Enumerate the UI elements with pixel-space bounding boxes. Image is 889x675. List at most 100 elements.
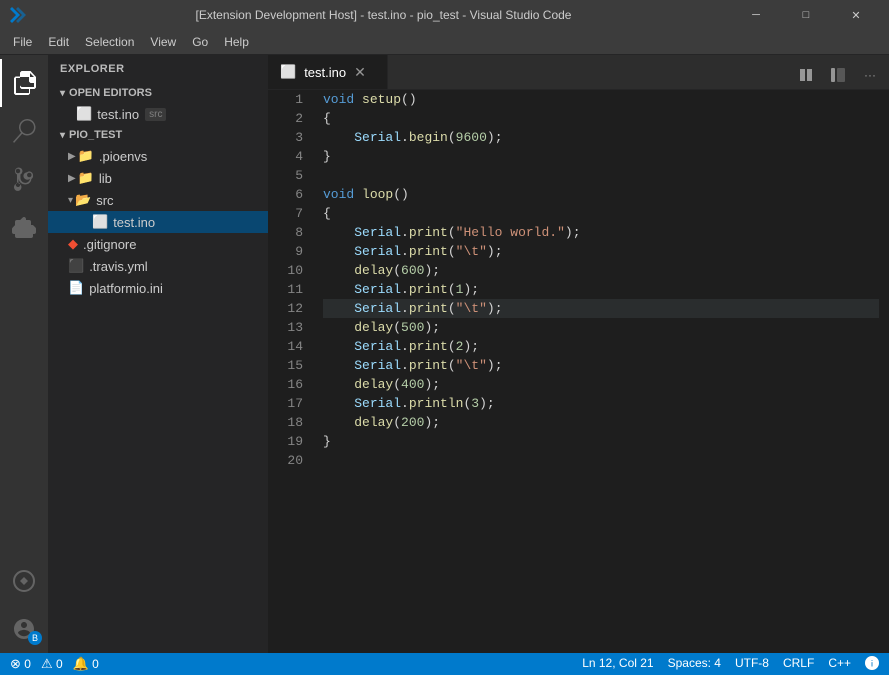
activity-source-control[interactable] (0, 155, 48, 203)
code-token: ( (463, 394, 471, 413)
code-token (323, 242, 354, 261)
ino-file-icon: ⬜ (92, 214, 108, 230)
activity-explorer[interactable] (0, 59, 48, 107)
code-token: () (401, 90, 417, 109)
open-editor-test-ino[interactable]: ⬜ test.ino src (48, 103, 268, 125)
code-editor[interactable]: 1234567891011121314151617181920 void set… (268, 90, 889, 653)
status-language[interactable]: C++ (828, 656, 851, 673)
status-encoding[interactable]: UTF-8 (735, 656, 769, 673)
code-line: Serial.begin(9600); (323, 128, 879, 147)
code-token: Serial (354, 394, 401, 413)
statusbar-left: ⊗ 0 ⚠ 0 🔔 0 (10, 656, 99, 672)
code-line: Serial.print(1); (323, 280, 879, 299)
activity-search[interactable] (0, 107, 48, 155)
pio-test-header[interactable]: ▾ PIO_TEST (48, 125, 268, 145)
code-line: void setup() (323, 90, 879, 109)
activity-platformio[interactable] (0, 557, 48, 605)
lib-arrow: ▶ (68, 173, 76, 184)
menu-help[interactable]: Help (216, 32, 257, 52)
status-errors[interactable]: ⊗ 0 (10, 656, 31, 672)
split-editor-button[interactable] (792, 61, 820, 89)
code-line: Serial.print("\t"); (323, 242, 879, 261)
code-token: . (401, 223, 409, 242)
code-line: delay(200); (323, 413, 879, 432)
code-line: delay(400); (323, 375, 879, 394)
code-token: Serial (354, 128, 401, 147)
code-token: setup (362, 90, 401, 109)
line-number: 10 (268, 261, 303, 280)
maximize-button[interactable]: □ (783, 0, 829, 30)
code-line: { (323, 204, 879, 223)
code-token: 500 (401, 318, 424, 337)
code-token: print (409, 223, 448, 242)
minimize-button[interactable]: ─ (733, 0, 779, 30)
code-token: delay (354, 261, 393, 280)
file-platformio-ini[interactable]: 📄 platformio.ini (48, 277, 268, 299)
file-travis-yml[interactable]: ⬛ .travis.yml (48, 255, 268, 277)
status-position[interactable]: Ln 12, Col 21 (582, 656, 653, 673)
info-icon: 🔔 (73, 656, 89, 671)
open-editors-header[interactable]: ▾ Open Editors (48, 83, 268, 103)
yml-icon: ⬛ (68, 258, 84, 274)
line-number: 15 (268, 356, 303, 375)
tab-test-ino[interactable]: ⬜ test.ino ✕ (268, 55, 388, 89)
code-token (323, 261, 354, 280)
activity-extensions[interactable] (0, 203, 48, 251)
code-token: ); (565, 223, 581, 242)
file-test-ino[interactable]: ⬜ test.ino (48, 211, 268, 233)
code-line: delay(600); (323, 261, 879, 280)
code-token: Serial (354, 356, 401, 375)
code-line: delay(500); (323, 318, 879, 337)
toggle-sidebar-button[interactable] (824, 61, 852, 89)
src-arrow: ▾ (68, 195, 73, 206)
pio-test-label: PIO_TEST (69, 129, 122, 141)
code-token: ( (448, 299, 456, 318)
app-icon (10, 7, 26, 23)
more-actions-button[interactable]: ··· (856, 61, 884, 89)
menu-edit[interactable]: Edit (40, 32, 77, 52)
open-editors-label: Open Editors (69, 87, 152, 99)
code-token: . (401, 242, 409, 261)
close-button[interactable]: ✕ (833, 0, 879, 30)
code-token: 200 (401, 413, 424, 432)
code-token: ); (487, 128, 503, 147)
code-line: Serial.print("\t"); (323, 356, 879, 375)
folder-lib[interactable]: ▶ 📁 lib (48, 167, 268, 189)
status-info[interactable]: 🔔 0 (73, 656, 99, 672)
code-token: ); (463, 280, 479, 299)
code-token (323, 337, 354, 356)
folder-pioenvs[interactable]: ▶ 📁 .pioenvs (48, 145, 268, 167)
code-token: 1 (456, 280, 464, 299)
line-number: 1 (268, 90, 303, 109)
code-token: ( (448, 223, 456, 242)
code-area[interactable]: void setup() { Serial.begin(9600);} void … (313, 90, 889, 653)
code-token: . (401, 337, 409, 356)
file-gitignore[interactable]: ◆ .gitignore (48, 233, 268, 255)
pioenvs-arrow: ▶ (68, 151, 76, 162)
menu-go[interactable]: Go (184, 32, 216, 52)
tab-close-icon[interactable]: ✕ (354, 64, 366, 81)
line-number: 17 (268, 394, 303, 413)
code-token: } (323, 432, 331, 451)
code-line: Serial.println(3); (323, 394, 879, 413)
status-line-endings[interactable]: CRLF (783, 656, 814, 673)
line-number: 9 (268, 242, 303, 261)
activity-account[interactable]: B (0, 605, 48, 653)
folder-src[interactable]: ▾ 📂 src (48, 189, 268, 211)
tab-filename: test.ino (304, 65, 346, 80)
code-token: delay (354, 413, 393, 432)
status-feedback[interactable] (865, 656, 879, 673)
menu-view[interactable]: View (142, 32, 184, 52)
code-line: } (323, 432, 879, 451)
folder-src-name: src (96, 193, 113, 208)
menu-selection[interactable]: Selection (77, 32, 142, 52)
status-spaces[interactable]: Spaces: 4 (668, 656, 721, 673)
file-travis-name: .travis.yml (89, 259, 148, 274)
status-warnings[interactable]: ⚠ 0 (41, 656, 63, 672)
code-token: ); (487, 299, 503, 318)
code-token (323, 375, 354, 394)
folder-icon: 📁 (78, 170, 94, 186)
code-line: void loop() (323, 185, 879, 204)
window-title: [Extension Development Host] - test.ino … (34, 8, 733, 22)
menu-file[interactable]: File (5, 32, 40, 52)
